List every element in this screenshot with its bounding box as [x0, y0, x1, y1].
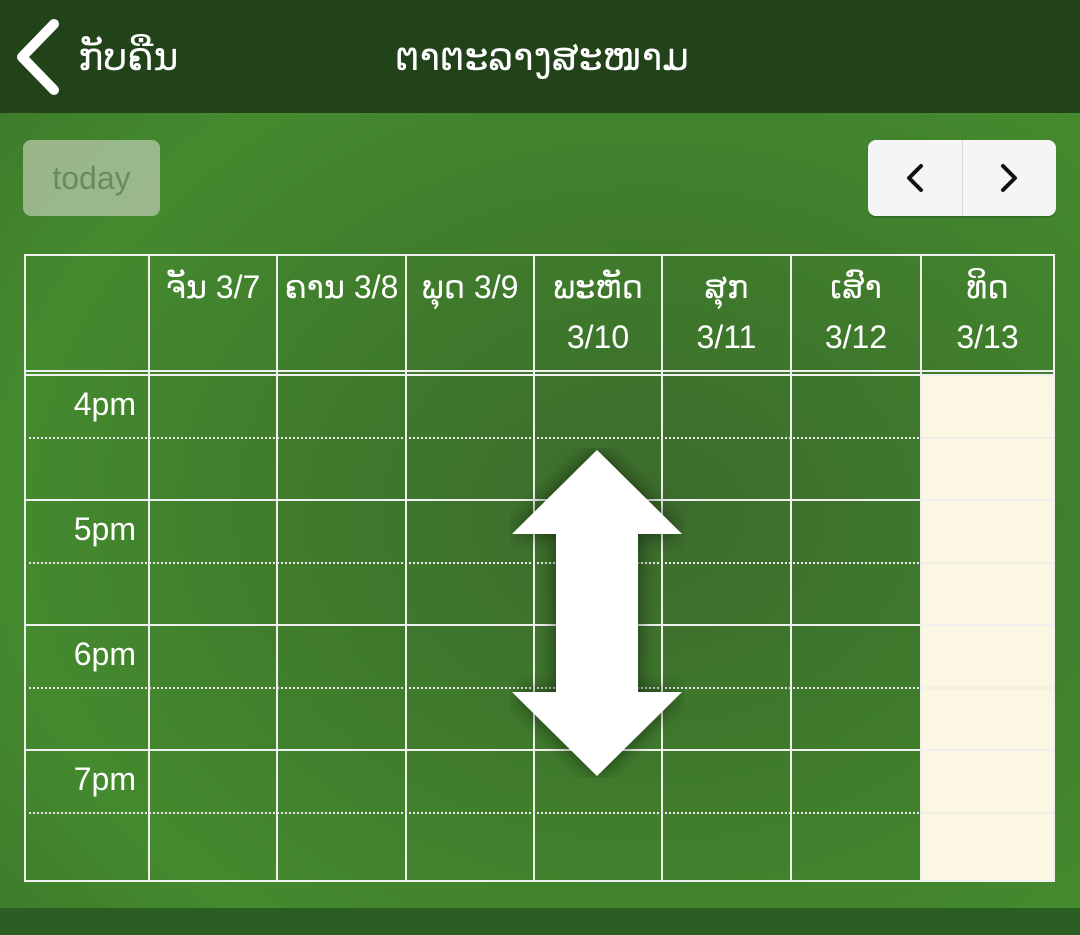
time-slot-cell[interactable] — [792, 626, 920, 747]
time-label: 4pm — [73, 386, 136, 422]
previous-week-button[interactable] — [868, 140, 962, 216]
next-week-button[interactable] — [961, 140, 1057, 216]
day-header-name: ສຸກ — [704, 269, 749, 305]
time-slot-cell[interactable] — [150, 376, 276, 497]
day-header-name: ຄານ 3/8 — [284, 269, 399, 305]
time-slot-cell[interactable] — [922, 501, 1053, 622]
today-button[interactable]: today — [23, 140, 160, 216]
time-label: 6pm — [73, 636, 136, 672]
vertical-double-arrow-icon — [512, 450, 682, 776]
day-header-name: ພະຫັດ — [553, 269, 643, 305]
time-label: 5pm — [73, 511, 136, 547]
time-slot-cell[interactable] — [922, 626, 1053, 747]
day-header[interactable]: ເສົາ 3/12 — [792, 254, 920, 372]
time-slot-cell[interactable] — [922, 751, 1053, 872]
day-header[interactable]: ຈັນ 3/7 — [150, 254, 276, 372]
grid-border-bottom — [24, 880, 1055, 882]
time-slot-cell[interactable] — [922, 376, 1053, 497]
time-slot-cell[interactable] — [792, 501, 920, 622]
grid-border-right — [1053, 254, 1055, 882]
time-slot-cell[interactable] — [150, 626, 276, 747]
day-header-name: ທິດ — [966, 269, 1009, 305]
time-slot-cell[interactable] — [792, 376, 920, 497]
week-navigation — [868, 140, 1056, 216]
time-slot-cell[interactable] — [150, 501, 276, 622]
bottom-bar — [0, 908, 1080, 935]
day-header[interactable]: ທິດ 3/13 — [922, 254, 1053, 372]
time-slot-cell[interactable] — [278, 376, 405, 497]
day-header[interactable]: ສຸກ 3/11 — [663, 254, 790, 372]
chevron-right-icon — [1001, 164, 1018, 192]
time-slot-cell[interactable] — [278, 751, 405, 872]
time-slot-cell[interactable] — [278, 501, 405, 622]
day-header-name: ເສົາ — [830, 269, 882, 305]
time-slot-cell[interactable] — [150, 751, 276, 872]
day-header[interactable]: ພຸດ 3/9 — [407, 254, 533, 372]
day-header-date: 3/11 — [696, 319, 757, 355]
time-slot-cell[interactable] — [792, 751, 920, 872]
day-header-date: 3/12 — [824, 319, 888, 355]
day-header[interactable]: ຄານ 3/8 — [278, 254, 405, 372]
day-header-date: 3/10 — [566, 319, 630, 355]
day-header-name: ພຸດ 3/9 — [421, 269, 519, 305]
day-header-name: ຈັນ 3/7 — [165, 269, 261, 305]
day-header[interactable]: ພະຫັດ 3/10 — [535, 254, 661, 372]
time-label: 7pm — [73, 761, 136, 797]
page-title: ຕາຕະລາງສະໜາມ — [395, 34, 689, 79]
chevron-left-icon — [906, 164, 923, 192]
time-slot-cell[interactable] — [278, 626, 405, 747]
day-header-date: 3/13 — [956, 319, 1019, 355]
navigation-bar: ກັບຄືນ ຕາຕະລາງສະໜາມ — [0, 0, 1080, 113]
